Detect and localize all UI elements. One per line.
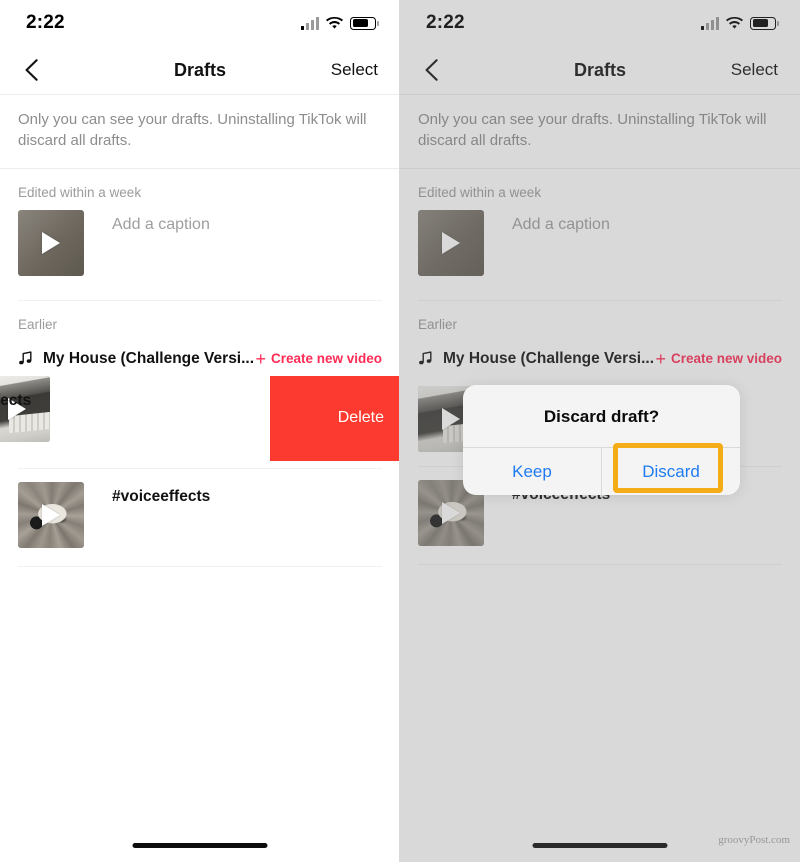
status-clock: 2:22 — [26, 12, 65, 33]
draft-thumbnail[interactable] — [18, 481, 84, 548]
create-new-video-button[interactable]: + Create new video — [255, 350, 382, 368]
plus-icon: + — [655, 348, 666, 369]
play-icon — [442, 407, 460, 430]
status-icons — [701, 16, 779, 30]
battery-icon — [750, 16, 779, 30]
select-button[interactable]: Select — [731, 60, 778, 80]
wifi-icon — [726, 16, 743, 30]
draft-music-row: My House (Challenge Versi... + Create ne… — [400, 342, 800, 376]
back-button[interactable] — [18, 57, 44, 83]
delete-button[interactable]: Delete — [270, 375, 400, 461]
status-clock: 2:22 — [426, 12, 465, 33]
draft-item-swiped[interactable]: ceeffects Delete — [0, 375, 400, 468]
screenshot-stage: 2:22 Drafts Select Only you can see your… — [0, 0, 800, 862]
draft-caption: #voiceeffects — [112, 487, 211, 505]
phone-screen-right: 2:22 Drafts Select Only you can see your… — [400, 0, 800, 862]
discard-button[interactable]: Discard — [602, 448, 740, 495]
music-title: My House (Challenge Versi... — [43, 349, 255, 367]
drafts-notice: Only you can see your drafts. Uninstalli… — [418, 111, 767, 150]
swiped-row-content: ceeffects — [0, 375, 50, 442]
section-label-week: Edited within a week — [18, 184, 142, 200]
draft-caption: Add a caption — [112, 215, 210, 233]
status-icons — [301, 16, 379, 30]
draft-caption: Add a caption — [512, 215, 610, 233]
play-icon — [42, 503, 60, 526]
dialog-body: Discard draft? — [463, 385, 740, 447]
draft-item-add-caption[interactable]: Add a caption — [0, 209, 400, 276]
draft-thumbnail[interactable] — [18, 209, 84, 276]
keep-button[interactable]: Keep — [463, 448, 601, 495]
dialog-actions: Keep Discard — [463, 448, 740, 495]
draft-item-voiceeffects[interactable]: #voiceeffects — [0, 469, 400, 548]
music-note-icon — [418, 351, 433, 366]
home-indicator — [132, 843, 268, 848]
wifi-icon — [326, 16, 343, 30]
plus-icon: + — [255, 348, 266, 369]
select-button[interactable]: Select — [331, 60, 378, 80]
watermark: groovyPost.com — [718, 834, 790, 846]
row-divider — [18, 565, 382, 567]
chevron-left-icon — [425, 59, 438, 81]
music-title: My House (Challenge Versi... — [443, 349, 655, 367]
back-button[interactable] — [418, 57, 444, 83]
cellular-signal-icon — [301, 16, 319, 30]
status-bar-left: 2:22 — [0, 0, 400, 46]
chevron-left-icon — [25, 59, 38, 81]
dialog-title: Discard draft? — [543, 407, 660, 426]
create-new-video-label: Create new video — [670, 351, 782, 367]
discard-draft-dialog: Discard draft? Keep Discard — [463, 385, 740, 495]
phone-screen-left: 2:22 Drafts Select Only you can see your… — [0, 0, 400, 862]
draft-thumbnail[interactable] — [418, 209, 484, 276]
section-label-week: Edited within a week — [418, 184, 542, 200]
status-bar-right: 2:22 — [400, 0, 800, 46]
nav-bar-right: Drafts Select — [400, 46, 800, 94]
play-icon — [42, 231, 60, 254]
left-screen-content: 2:22 Drafts Select Only you can see your… — [0, 0, 400, 862]
section-label-earlier: Earlier — [418, 316, 458, 332]
drafts-notice: Only you can see your drafts. Uninstalli… — [18, 111, 367, 150]
draft-music-row: My House (Challenge Versi... + Create ne… — [0, 342, 400, 376]
create-new-video-label: Create new video — [270, 351, 382, 367]
music-note-icon — [18, 351, 33, 366]
play-icon — [442, 501, 460, 524]
cellular-signal-icon — [701, 16, 719, 30]
panel-divider — [399, 0, 400, 862]
nav-bar-left: Drafts Select — [0, 46, 400, 94]
battery-icon — [350, 16, 379, 30]
row-divider — [418, 563, 782, 565]
draft-item-add-caption[interactable]: Add a caption — [400, 209, 800, 276]
home-indicator — [532, 843, 668, 848]
section-label-earlier: Earlier — [18, 316, 58, 332]
create-new-video-button[interactable]: + Create new video — [655, 350, 782, 368]
play-icon — [442, 231, 460, 254]
draft-caption-clipped: ceeffects — [0, 391, 32, 409]
